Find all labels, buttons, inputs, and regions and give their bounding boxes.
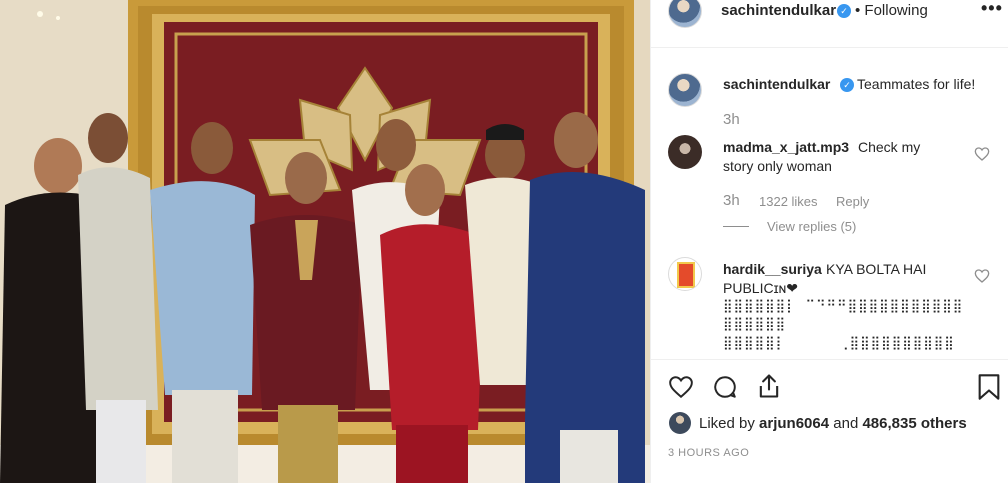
- group-photo-image: [0, 0, 650, 483]
- view-replies-button[interactable]: View replies (5): [767, 219, 856, 234]
- comment-like-heart-icon[interactable]: [974, 146, 990, 162]
- comment-text: Check my: [858, 139, 921, 155]
- comment-bubble-icon[interactable]: [711, 374, 739, 400]
- post-side-panel: sachintendulkar ✓ • Following ••• sachin…: [650, 0, 1008, 483]
- caption-avatar[interactable]: [668, 73, 702, 107]
- comment-age[interactable]: 3h: [723, 192, 740, 209]
- comment-username[interactable]: madma_x_jatt.mp3: [723, 138, 849, 157]
- verified-badge-icon: ✓: [840, 78, 854, 92]
- liked-by-summary: Liked by arjun6064 and 486,835 others: [699, 415, 967, 432]
- comment-username[interactable]: hardik__suriya: [723, 260, 822, 279]
- playing-card-icon: [677, 262, 695, 288]
- commenter-avatar[interactable]: [668, 135, 702, 169]
- ellipsis-icon[interactable]: •••: [981, 0, 1003, 19]
- liked-by-count[interactable]: 486,835 others: [862, 415, 966, 432]
- post-timestamp[interactable]: 3 HOURS AGO: [668, 447, 749, 459]
- follow-status[interactable]: • Following: [855, 2, 928, 19]
- comment-text-line2: story only woman: [723, 158, 832, 174]
- comments-list[interactable]: sachintendulkar ✓ Teammates for life! 3h…: [651, 49, 1008, 359]
- author-avatar[interactable]: [668, 0, 702, 28]
- commenter-avatar[interactable]: [668, 257, 702, 291]
- liked-by-avatar[interactable]: [669, 412, 691, 434]
- liked-by-prefix: Liked by: [699, 415, 755, 432]
- caption-body: Teammates for life!: [857, 76, 976, 92]
- caption-username[interactable]: sachintendulkar: [723, 76, 830, 92]
- comment-garbled-line: ⣿⣿⣿⣿⣿⣿: [723, 317, 787, 332]
- comment-like-heart-icon[interactable]: [974, 268, 990, 284]
- post-photo[interactable]: [0, 0, 650, 483]
- like-heart-icon[interactable]: [667, 374, 695, 400]
- liked-by-username[interactable]: arjun6064: [759, 415, 829, 432]
- author-username[interactable]: sachintendulkar: [721, 2, 836, 19]
- post-header: sachintendulkar ✓ • Following •••: [651, 0, 1008, 48]
- bookmark-icon[interactable]: [977, 373, 1001, 401]
- comment-garbled-line: ⣿⣿⣿⣿⣿⡇ ⢀⣿⣿⣿⣿⣿⣿⣿⣿⣿⣿: [723, 336, 955, 351]
- comment-text: KYA BOLTA HAI: [826, 261, 927, 277]
- post-actions: Liked by arjun6064 and 486,835 others 3 …: [651, 359, 1008, 483]
- caption-age[interactable]: 3h: [723, 111, 740, 128]
- liked-by-and: and: [833, 415, 859, 432]
- verified-badge-icon: ✓: [837, 4, 851, 18]
- comment-text-line2: PUBLICɪɴ❤: [723, 280, 799, 296]
- reply-button[interactable]: Reply: [836, 194, 869, 209]
- replies-divider: [723, 226, 749, 227]
- comment-garbled-line: ⣿⣿⣿⣿⣿⣿⡇ ⠉⠙⠛⠛⣿⣿⣿⣿⣿⣿⣿⣿⣿⣿⣿: [723, 299, 964, 314]
- comment-likes[interactable]: 1322 likes: [759, 194, 818, 209]
- share-icon[interactable]: [755, 372, 783, 400]
